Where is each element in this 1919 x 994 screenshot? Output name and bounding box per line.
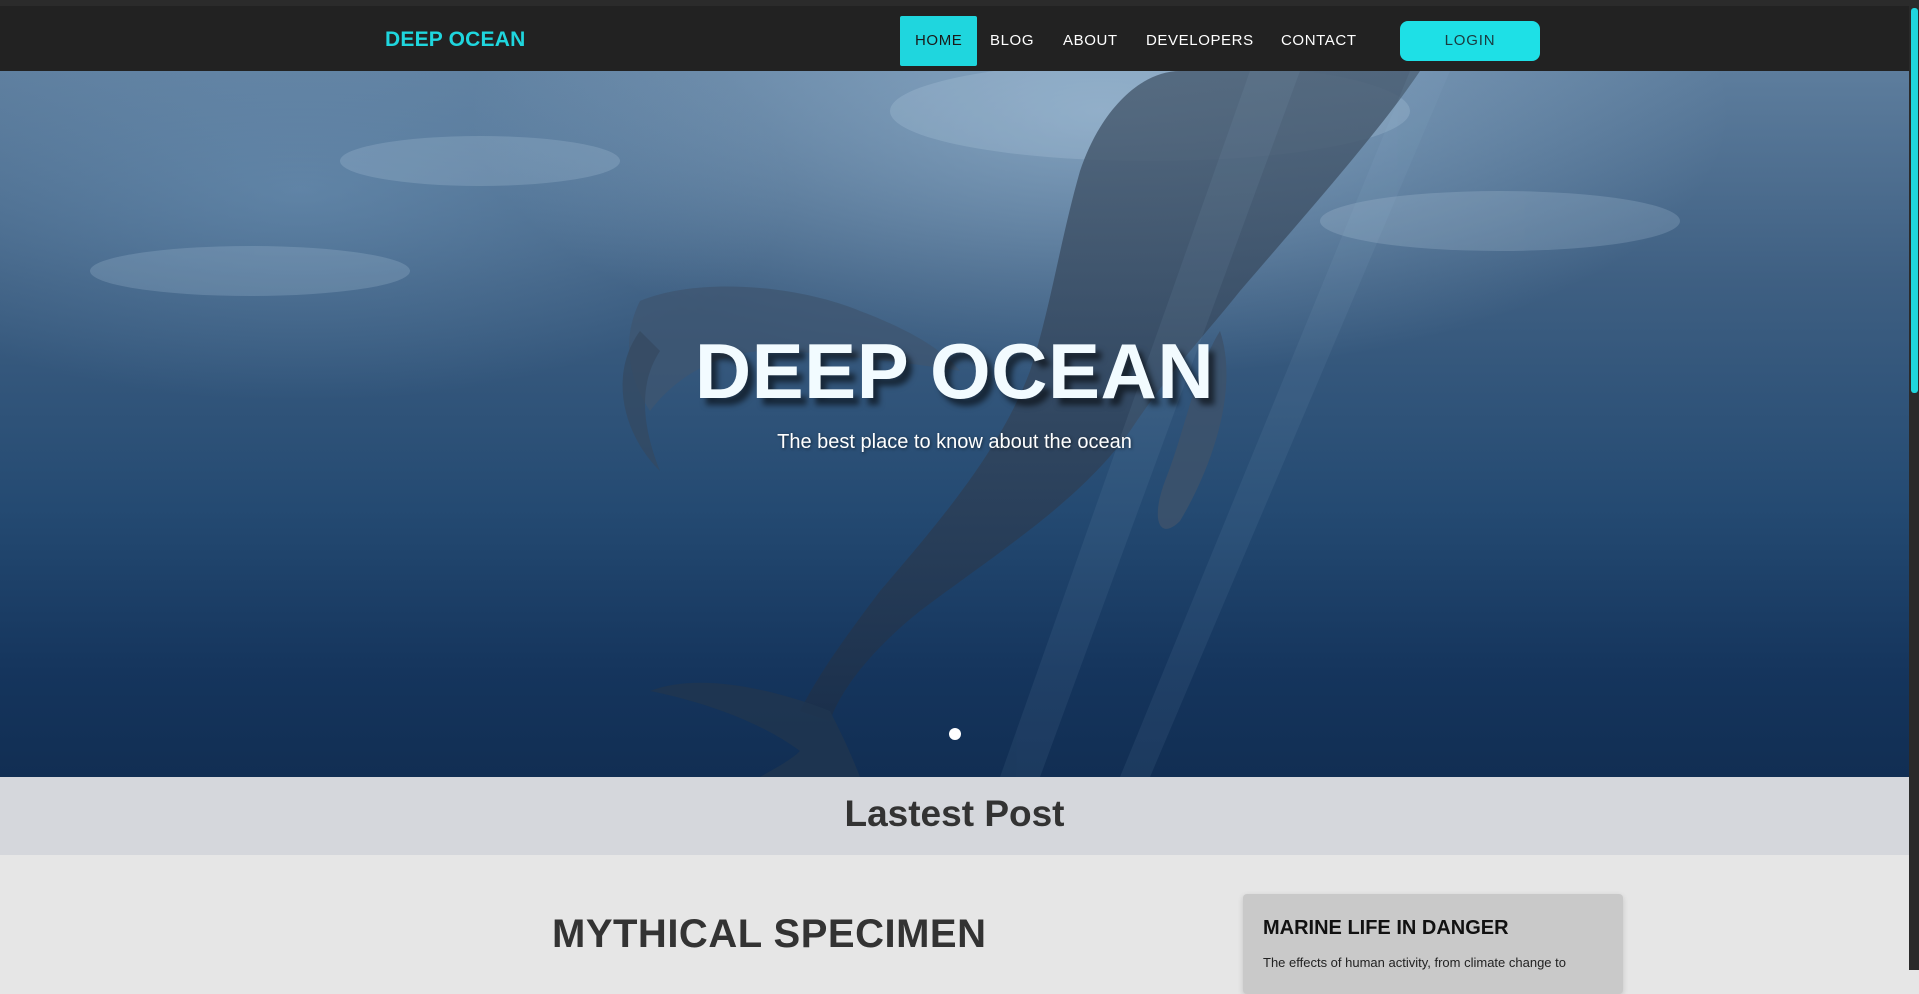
scrollbar-thumb[interactable]	[1911, 8, 1918, 393]
hero-subtitle: The best place to know about the ocean	[777, 431, 1132, 453]
nav-about[interactable]: ABOUT	[1063, 16, 1118, 66]
carousel-indicator-dot[interactable]	[949, 728, 961, 740]
brand-logo[interactable]: DEEP OCEAN	[385, 28, 525, 52]
nav-home[interactable]: HOME	[900, 16, 978, 66]
latest-post-heading: Lastest Post	[844, 793, 1065, 834]
hero-title: DEEP OCEAN	[694, 327, 1215, 415]
main-post-title[interactable]: MYTHICAL SPECIMEN	[552, 912, 986, 957]
side-post-excerpt: The effects of human activity, from clim…	[1263, 955, 1566, 970]
nav-developers[interactable]: DEVELOPERS	[1146, 16, 1254, 66]
hero-carousel: DEEP OCEAN The best place to know about …	[0, 71, 1909, 777]
whale-background-image	[90, 71, 1680, 777]
posts-section: MYTHICAL SPECIMEN MARINE LIFE IN DANGER …	[0, 855, 1909, 994]
nav-blog[interactable]: BLOG	[990, 16, 1034, 66]
side-post-title: MARINE LIFE IN DANGER	[1263, 917, 1509, 939]
latest-post-header: Lastest Post	[0, 777, 1909, 855]
navbar: DEEP OCEAN HOME BLOG ABOUT DEVELOPERS CO…	[0, 6, 1909, 71]
nav-contact[interactable]: CONTACT	[1281, 16, 1357, 66]
side-post-card[interactable]: MARINE LIFE IN DANGER The effects of hum…	[1243, 894, 1623, 994]
login-button[interactable]: LOGIN	[1400, 21, 1540, 61]
